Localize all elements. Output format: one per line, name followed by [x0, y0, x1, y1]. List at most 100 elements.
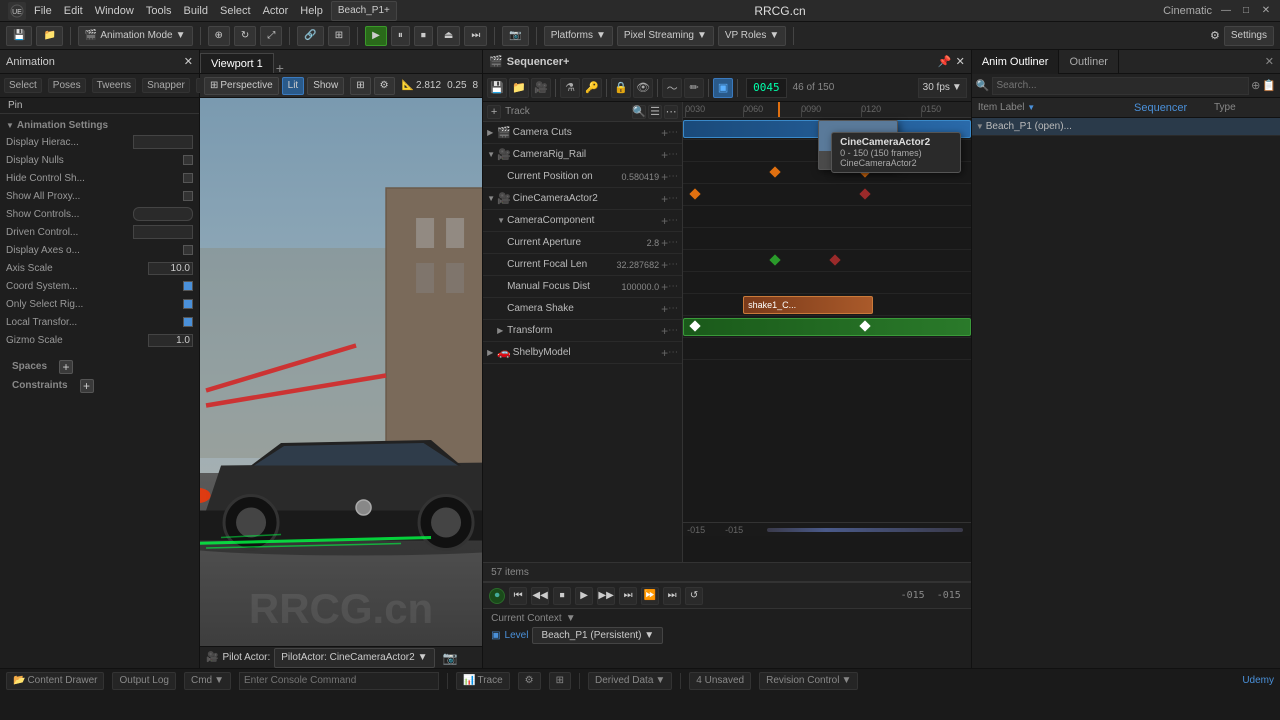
timeline-row-shelby-model[interactable]: [683, 338, 971, 360]
level-value[interactable]: Beach_P1 (Persistent) ▼: [532, 627, 663, 644]
viewport-canvas[interactable]: RRCG.cn 人人素材 🎥 Pilot Actor: PilotActor: …: [200, 98, 482, 668]
track-transform[interactable]: ▶ Transform + ⋯: [483, 320, 682, 342]
close-button[interactable]: ✕: [1260, 5, 1272, 17]
select-tool[interactable]: Select: [4, 78, 42, 93]
loop-toggle-button[interactable]: ↺: [685, 587, 703, 605]
coord-system-checkbox[interactable]: [183, 281, 193, 291]
keyframe-4[interactable]: [859, 188, 870, 199]
keyframe-focal-1[interactable]: [769, 254, 780, 265]
track-current-position[interactable]: Current Position on 0.580419 + ⋯: [483, 166, 682, 188]
sequencer-timeline[interactable]: 0030 0060 0090 0120 0150: [683, 102, 971, 562]
track-camera-cuts[interactable]: ▶ 🎬 Camera Cuts + ⋯: [483, 122, 682, 144]
outliner-search-input[interactable]: [992, 77, 1250, 95]
menu-edit[interactable]: Edit: [64, 5, 83, 17]
track-camera-rig-rail[interactable]: ▼ 🎥 CameraRig_Rail + ⋯: [483, 144, 682, 166]
hide-control-checkbox[interactable]: [183, 173, 193, 183]
settings-button[interactable]: Settings: [1224, 26, 1274, 46]
poses-tool[interactable]: Poses: [48, 78, 86, 93]
camera-button[interactable]: 📷: [502, 26, 528, 46]
seq-edit-button[interactable]: ✏: [684, 78, 704, 98]
snapper-tool[interactable]: Snapper: [142, 78, 190, 93]
animation-panel-close[interactable]: ✕: [184, 55, 193, 68]
transform-button[interactable]: ⊕: [208, 26, 230, 46]
menu-file[interactable]: File: [34, 5, 52, 17]
timeline-row-current-position[interactable]: [683, 162, 971, 184]
keyframe-2[interactable]: [859, 166, 870, 177]
pilot-cam-icon[interactable]: 📷: [443, 651, 458, 665]
timeline-row-camera-rig-rail[interactable]: [683, 140, 971, 162]
menu-actor[interactable]: Actor: [263, 5, 289, 17]
sequencer-fps[interactable]: 30 fps▼: [918, 78, 967, 98]
eject-button[interactable]: ⏏: [437, 26, 460, 46]
timeline-row-transform[interactable]: [683, 316, 971, 338]
menu-tools[interactable]: Tools: [146, 5, 172, 17]
play-button[interactable]: ▶: [575, 587, 593, 605]
menu-select[interactable]: Select: [220, 5, 251, 17]
next-key-button[interactable]: ⏭: [619, 587, 637, 605]
timeline-playhead[interactable]: [778, 102, 780, 117]
show-all-proxy-checkbox[interactable]: [183, 191, 193, 201]
keyframe-focal-2[interactable]: [829, 254, 840, 265]
play-fwd-button[interactable]: ⏩: [641, 587, 659, 605]
seq-folder-button[interactable]: 📁: [509, 78, 529, 98]
track-camera-component[interactable]: ▼ CameraComponent + ⋯: [483, 210, 682, 232]
scale-button[interactable]: ⤢: [260, 26, 282, 46]
console-command-input[interactable]: [239, 672, 439, 690]
sequencer-pin-icon[interactable]: 📌: [938, 55, 952, 68]
seq-key-button[interactable]: 🔑: [582, 78, 602, 98]
stop-button[interactable]: ⏹: [553, 587, 571, 605]
menu-help[interactable]: Help: [300, 5, 323, 17]
play-button[interactable]: ▶: [365, 26, 387, 46]
cmd-dropdown[interactable]: Cmd▼: [184, 672, 231, 690]
seq-render-button[interactable]: ▣: [713, 78, 733, 98]
loop-end-button[interactable]: ⏭: [663, 587, 681, 605]
constraints-add-button[interactable]: +: [80, 379, 94, 393]
grid-button[interactable]: ⊞: [328, 26, 350, 46]
viewport-tab-1[interactable]: Viewport 1: [200, 53, 274, 73]
open-button[interactable]: 📁: [36, 26, 62, 46]
axis-scale-input[interactable]: [148, 262, 193, 275]
outliner-row-beach-p1[interactable]: ▼ Beach_P1 (open)...: [972, 118, 1280, 136]
display-axes-checkbox[interactable]: [183, 245, 193, 255]
timeline-row-camera-shake[interactable]: shake1_C...: [683, 294, 971, 316]
track-cine-camera-actor2[interactable]: ▼ 🎥 CineCameraActor2 + ⋯: [483, 188, 682, 210]
timeline-block-shake[interactable]: shake1_C...: [743, 296, 873, 314]
menu-build[interactable]: Build: [184, 5, 208, 17]
timeline-row-cine-camera-actor2[interactable]: [683, 184, 971, 206]
timeline-row-focus-dist[interactable]: [683, 272, 971, 294]
seq-lock-button[interactable]: 🔒: [611, 78, 631, 98]
vp-roles-button[interactable]: VP Roles▼: [718, 26, 786, 46]
unsaved-button[interactable]: 4 Unsaved: [689, 672, 751, 690]
output-log-button[interactable]: Output Log: [112, 672, 175, 690]
stop-button[interactable]: ⏹: [414, 26, 433, 46]
prev-frame-button[interactable]: ◀◀: [531, 587, 549, 605]
lit-button[interactable]: Lit: [282, 77, 305, 95]
only-select-checkbox[interactable]: [183, 299, 193, 309]
pause-button[interactable]: ⏸: [391, 26, 410, 46]
display-nulls-checkbox[interactable]: [183, 155, 193, 165]
timeline-row-focal-len[interactable]: [683, 250, 971, 272]
track-manual-focus-dist[interactable]: Manual Focus Dist 100000.0 + ⋯: [483, 276, 682, 298]
timeline-block-camera-cuts[interactable]: [683, 120, 971, 138]
track-shelby-model[interactable]: ▶ 🚗 ShelbyModel + ⋯: [483, 342, 682, 364]
track-current-aperture[interactable]: Current Aperture 2.8 + ⋯: [483, 232, 682, 254]
tweens-tool[interactable]: Tweens: [92, 78, 136, 93]
prev-key-button[interactable]: ⏮: [509, 587, 527, 605]
track-options-button[interactable]: ⋯: [664, 105, 678, 119]
seq-filter-button[interactable]: ⚗: [560, 78, 580, 98]
derived-data-button[interactable]: Derived Data▼: [588, 672, 672, 690]
show-button[interactable]: Show: [307, 77, 344, 95]
rotate-button[interactable]: ↻: [234, 26, 256, 46]
tab-anim-outliner[interactable]: Anim Outliner: [972, 50, 1060, 74]
revision-control-button[interactable]: Revision Control▼: [759, 672, 858, 690]
settings-icon2[interactable]: ⚙: [518, 672, 541, 690]
project-button[interactable]: Beach_P1+: [331, 1, 397, 21]
maximize-button[interactable]: □: [1240, 5, 1252, 17]
options-button[interactable]: ⊞: [549, 672, 571, 690]
local-transform-checkbox[interactable]: [183, 317, 193, 327]
sequencer-close-icon[interactable]: ✕: [956, 55, 965, 68]
minimize-button[interactable]: —: [1220, 5, 1232, 17]
track-current-focal-len[interactable]: Current Focal Len 32.287682 + ⋯: [483, 254, 682, 276]
pixel-streaming-button[interactable]: Pixel Streaming▼: [617, 26, 714, 46]
timeline-row-camera-component[interactable]: [683, 206, 971, 228]
